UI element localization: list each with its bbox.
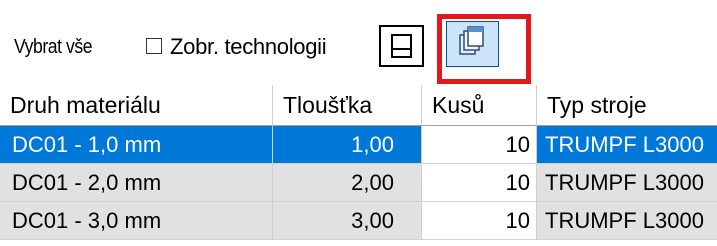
table-row[interactable]: DC01 - 1,0 mm 1,00 10 TRUMPF L3000: [0, 126, 717, 164]
material-cell[interactable]: DC01 - 2,0 mm: [0, 164, 273, 202]
single-page-button[interactable]: [379, 25, 424, 67]
material-cell[interactable]: DC01 - 3,0 mm: [0, 202, 273, 240]
machine-type-cell[interactable]: TRUMPF L3000: [537, 164, 717, 202]
table-row[interactable]: DC01 - 3,0 mm 3,00 10 TRUMPF L3000: [0, 202, 717, 240]
copy-pages-icon: [459, 26, 484, 55]
column-header-machine-type[interactable]: Typ stroje: [537, 85, 717, 126]
materials-table: Druh materiálu Tloušťka Kusů Typ stroje …: [0, 85, 717, 246]
machine-type-cell[interactable]: TRUMPF L3000: [537, 202, 717, 240]
column-header-pieces[interactable]: Kusů: [422, 85, 537, 126]
pieces-cell[interactable]: 10: [422, 202, 537, 240]
thickness-cell[interactable]: 1,00: [273, 126, 422, 164]
toolbar: Vybrat vše Zobr. technologii: [0, 0, 717, 84]
table-row[interactable]: DC01 - 2,0 mm 2,00 10 TRUMPF L3000: [0, 164, 717, 202]
machine-type-cell[interactable]: TRUMPF L3000: [537, 126, 717, 164]
show-technologies-label[interactable]: Zobr. technologii: [170, 34, 327, 60]
column-header-thickness[interactable]: Tloušťka: [273, 85, 422, 126]
single-page-icon: [391, 34, 412, 58]
thickness-cell[interactable]: 3,00: [273, 202, 422, 240]
select-all-link[interactable]: Vybrat vše: [14, 36, 93, 59]
pieces-cell[interactable]: 10: [422, 126, 537, 164]
show-technologies-checkbox[interactable]: [146, 38, 162, 54]
column-header-material[interactable]: Druh materiálu: [0, 85, 273, 126]
copy-pages-button[interactable]: [446, 21, 499, 67]
material-cell[interactable]: DC01 - 1,0 mm: [0, 126, 273, 164]
pieces-cell[interactable]: 10: [422, 164, 537, 202]
thickness-cell[interactable]: 2,00: [273, 164, 422, 202]
